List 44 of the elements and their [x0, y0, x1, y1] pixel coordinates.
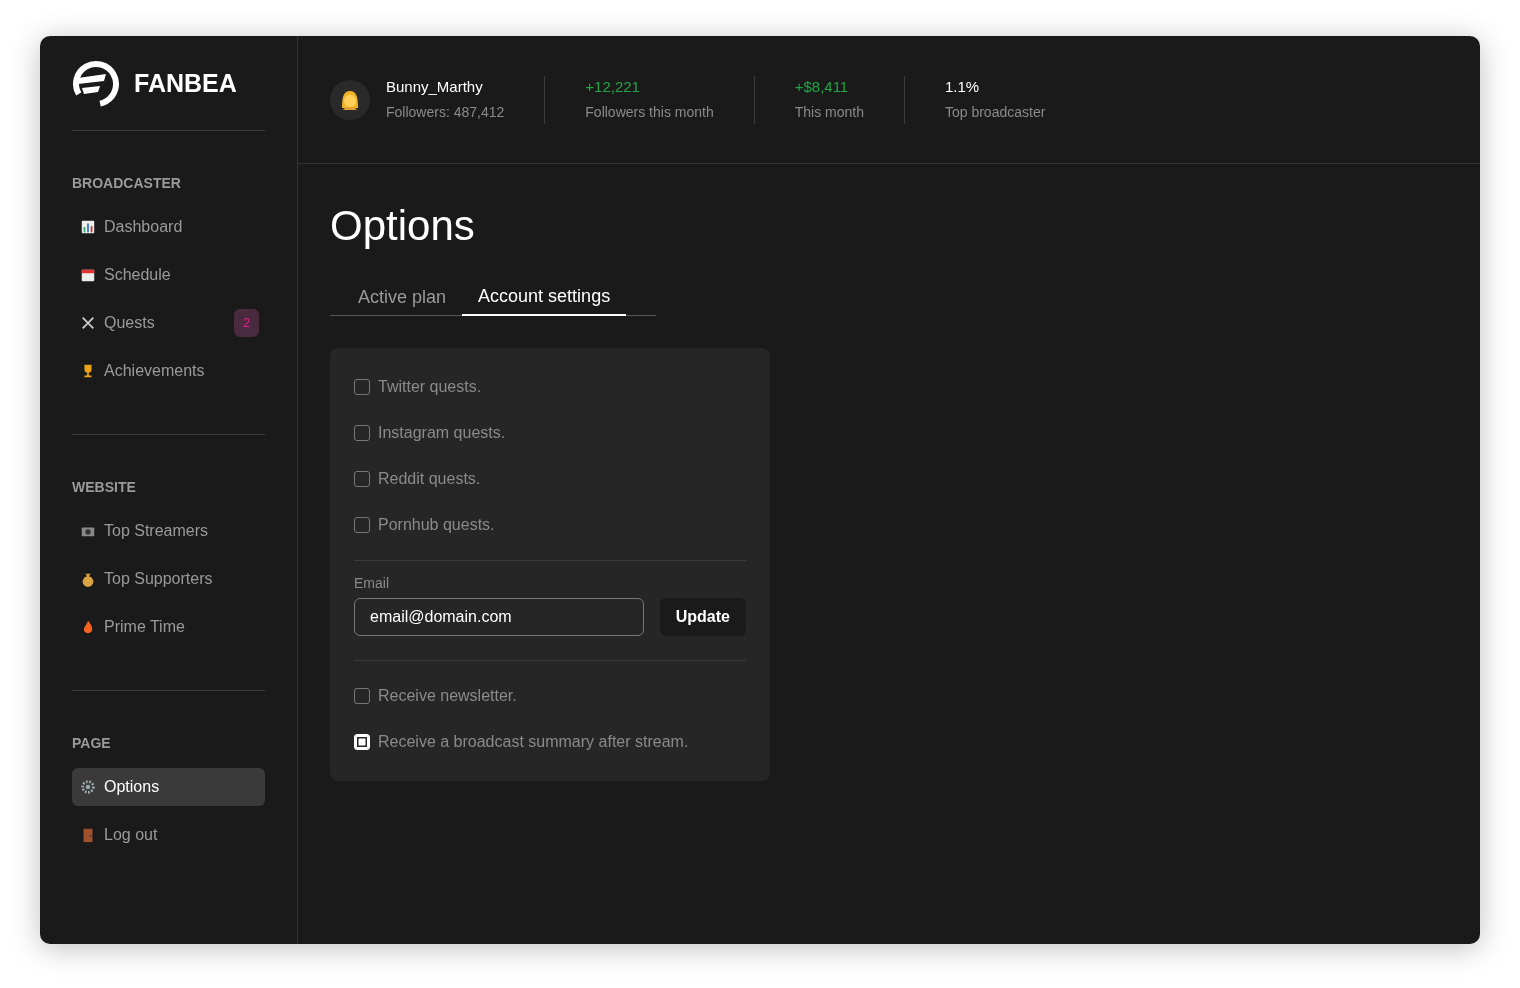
- nav-item[interactable]: Dashboard: [72, 208, 265, 246]
- checkbox-label: Instagram quests.: [378, 423, 506, 443]
- checkbox[interactable]: [354, 517, 370, 533]
- nav-item[interactable]: Top Streamers: [72, 512, 265, 550]
- tab[interactable]: Active plan: [330, 278, 463, 316]
- checkbox[interactable]: [354, 471, 370, 487]
- user-name: Bunny_Marthy: [386, 76, 484, 97]
- follower-count: Followers: 487,412: [386, 103, 505, 123]
- tab[interactable]: Account settings: [462, 278, 627, 316]
- checkbox[interactable]: [354, 425, 370, 441]
- update-button[interactable]: Update: [659, 598, 746, 636]
- section-heading: PAGE: [72, 734, 112, 753]
- checkbox-label: Twitter quests.: [378, 377, 482, 397]
- section-heading: BROADCASTER: [72, 174, 182, 193]
- calendar-icon: [80, 267, 96, 283]
- gear-icon: [80, 779, 96, 795]
- checkbox[interactable]: [354, 379, 370, 395]
- page-title: Options: [330, 201, 476, 251]
- brand-name: FANBEA: [134, 68, 237, 100]
- checkbox-label: Receive a broadcast summary after stream.: [378, 732, 689, 752]
- logo-icon: [72, 60, 120, 108]
- stat-value: +12,221: [585, 76, 641, 97]
- money-bag-icon: [80, 571, 96, 587]
- nav-item[interactable]: Log out: [72, 816, 265, 854]
- nav-item[interactable]: Prime Time: [72, 608, 265, 646]
- checkbox[interactable]: [354, 688, 370, 704]
- chart-icon: [80, 219, 96, 235]
- nav-item[interactable]: Schedule: [72, 256, 265, 294]
- checkbox-label: Reddit quests.: [378, 469, 481, 489]
- nav-item[interactable]: Top Supporters: [72, 560, 265, 598]
- nav-item[interactable]: Quests 2: [72, 304, 265, 342]
- count-badge: 2: [234, 309, 259, 337]
- stat-value: 1.1%: [944, 76, 981, 97]
- email-field[interactable]: email@domain.com: [354, 598, 644, 636]
- stat-label: Top broadcaster: [944, 103, 1046, 123]
- field-label: Email: [354, 574, 390, 593]
- stat-value: +$8,411: [794, 76, 850, 97]
- nav-item[interactable]: Achievements: [72, 352, 265, 390]
- checkbox-label: Pornhub quests.: [378, 515, 495, 535]
- section-heading: WEBSITE: [72, 478, 137, 497]
- checkbox-label: Receive newsletter.: [378, 686, 517, 706]
- stat-label: This month: [794, 103, 864, 123]
- nav-item[interactable]: Options: [72, 768, 265, 806]
- stat-label: Followers this month: [585, 103, 714, 123]
